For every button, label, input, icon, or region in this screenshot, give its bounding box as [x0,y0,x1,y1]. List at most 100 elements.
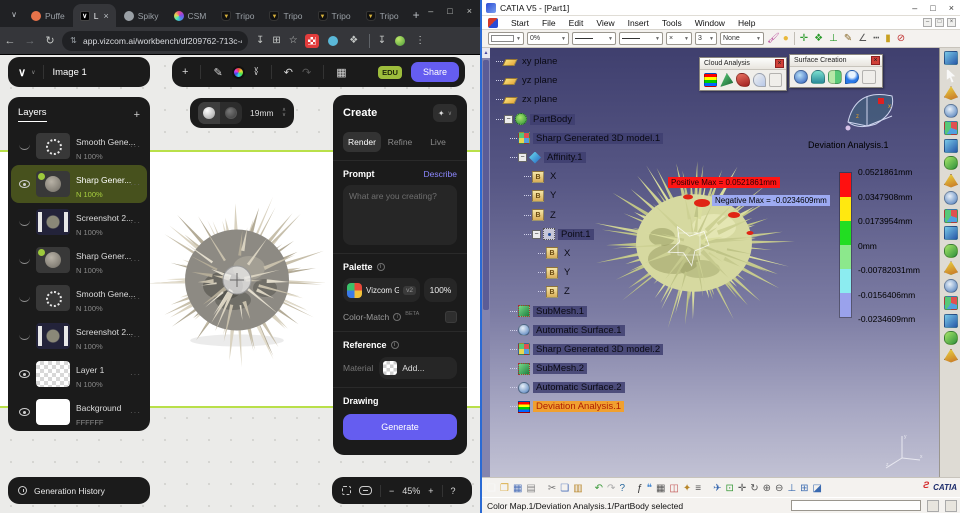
extension-green-icon[interactable] [393,34,407,48]
no-snap-icon[interactable]: ⊘ [897,32,905,46]
menu-item[interactable]: Help [738,18,755,28]
palette-selector[interactable]: Vizcom General v2 [343,278,420,302]
zoom-in-button[interactable]: + [428,486,433,496]
help-button[interactable]: ? [451,486,456,496]
curve-on-mesh-icon[interactable] [944,103,958,118]
undo-icon[interactable]: ↶ [284,66,293,79]
site-info-icon[interactable]: ⇅ [68,35,79,46]
tree-item-label[interactable]: SubMesh.1 [533,305,588,317]
browser-tab[interactable]: Tripo × [262,4,309,27]
zoom-out-button[interactable]: − [389,486,394,496]
tree-item-label[interactable]: Affinity.1 [544,152,586,164]
negative-max-annotation[interactable]: Negative Max = -0.0234609mm [712,195,830,206]
pick-icon[interactable]: ✎ [844,32,852,46]
browser-tab[interactable]: Tripo × [359,4,406,27]
layer-row[interactable]: Screenshot 2... N 100% ··· [11,317,147,355]
close-icon[interactable]: × [775,59,784,68]
zoom-out-icon[interactable]: ⊖ [775,483,783,494]
shape-icon[interactable] [944,138,958,153]
curvature-map-icon[interactable] [752,73,766,87]
power-fit-icon[interactable] [794,70,808,84]
mesh-ball-icon[interactable] [944,86,958,100]
tab-close-icon[interactable]: × [103,11,108,21]
split-icon[interactable] [944,191,958,205]
tree-item[interactable]: Automatic Surface.2 [494,378,663,397]
view-compass[interactable]: x z [842,82,900,134]
tree-item-label[interactable]: Z [561,286,573,297]
layer-menu-icon[interactable]: ··· [130,370,141,379]
window-close-button[interactable]: × [467,6,472,16]
install-app-icon[interactable]: ⊞ [272,35,280,46]
fullscreen-icon[interactable] [342,486,351,495]
browser-tab[interactable]: Puffe × [24,4,72,27]
mdi-close-button[interactable]: × [947,18,956,27]
layer-blend-value[interactable]: FFFFFF [76,418,104,427]
tree-scrollbar[interactable]: ▲ [482,48,490,477]
tree-item-label[interactable]: X [561,248,573,259]
browser-tab[interactable]: Tripo × [311,4,358,27]
formula-icon[interactable]: ƒ [637,483,643,494]
join-icon[interactable] [944,348,958,363]
tree-item-label[interactable]: Automatic Surface.2 [533,382,625,394]
address-bar[interactable]: ⇅ app.vizcom.ai/workbench/df209762-713c-… [62,30,248,51]
browser-tab[interactable]: Tripo × [214,4,261,27]
tree-item-label[interactable]: zx plane [519,94,560,105]
catia-minimize-button[interactable]: – [912,3,917,13]
print-icon[interactable]: ▤ [526,483,535,494]
edu-badge[interactable]: EDU [378,65,402,79]
cross-icon[interactable] [944,261,958,275]
layer-visibility-toggle[interactable] [19,370,30,378]
rotate-icon[interactable]: ↻ [750,483,758,494]
browser-tab[interactable]: L × [72,4,116,27]
palette-strength[interactable]: 100% [424,278,457,302]
dashed-line-icon[interactable]: ┅ [873,32,879,46]
fit-to-screen-icon[interactable] [359,486,372,495]
menu-item[interactable]: Edit [569,18,584,28]
paste-icon[interactable]: ▥ [573,483,582,494]
layer-blend-value[interactable]: N 100% [76,342,103,351]
vizcom-logo[interactable]: ∨ [18,66,26,79]
automatic-surface-icon[interactable] [811,70,825,84]
undo-icon[interactable]: ↶ [595,483,603,494]
render-style-select[interactable]: 3 ▼ [695,32,717,45]
fill-icon[interactable] [944,331,958,345]
layer-row[interactable]: Sharp Gener... N 100% ··· [11,241,147,279]
tree-item[interactable]: Sharp Generated 3D model.2 [494,340,664,359]
generate-button[interactable]: Generate [343,414,457,440]
catia-close-button[interactable]: × [949,3,954,13]
layer-visibility-toggle[interactable] [19,333,30,340]
layer-menu-icon[interactable]: ··· [130,256,141,265]
digitized-morphing-icon[interactable] [944,51,958,65]
reload-button[interactable]: ↻ [40,34,60,47]
deviation-analysis-model[interactable] [582,145,812,335]
options-icon[interactable]: ≡ [695,483,701,494]
wizard-icon[interactable]: ● [783,32,789,46]
menu-item[interactable]: File [542,18,556,28]
layer-visibility-toggle[interactable] [19,257,30,264]
catalog-icon[interactable]: ▮ [885,32,891,46]
layer-menu-icon[interactable]: ··· [130,294,141,303]
scroll-up-icon[interactable]: ▲ [482,48,490,58]
shaded-view-icon[interactable]: ◪ [813,483,822,494]
generation-history-button[interactable]: Generation History [8,477,150,504]
extension-icon[interactable] [326,34,340,48]
layer-row[interactable]: Layer 1 N 100% ··· [11,355,147,393]
window-maximize-button[interactable]: □ [447,6,452,16]
download-page-icon[interactable]: ↧ [256,35,264,46]
layer-row[interactable]: Background FFFFFF ··· [11,393,147,431]
prompt-input[interactable] [343,185,457,245]
transparency-select[interactable]: 0% ▼ [527,32,569,45]
layer-thumbnail[interactable] [36,399,70,425]
menu-item[interactable]: Insert [628,18,649,28]
layer-menu-icon[interactable]: ··· [130,332,141,341]
add-layer-button[interactable]: + [134,109,140,121]
extension-icon[interactable] [347,34,361,48]
file-title[interactable]: Image 1 [52,67,86,78]
tree-item[interactable]: SubMesh.2 [494,359,663,378]
create-mode-button[interactable]: ✦ ∨ [432,104,457,122]
line-type-select[interactable]: ▼ [619,32,663,45]
bookmark-star-icon[interactable]: ☆ [289,35,298,46]
tree-item[interactable]: yz plane [494,71,663,90]
center-icon[interactable]: ❖ [814,32,823,46]
flag-analysis-icon[interactable] [736,73,750,87]
